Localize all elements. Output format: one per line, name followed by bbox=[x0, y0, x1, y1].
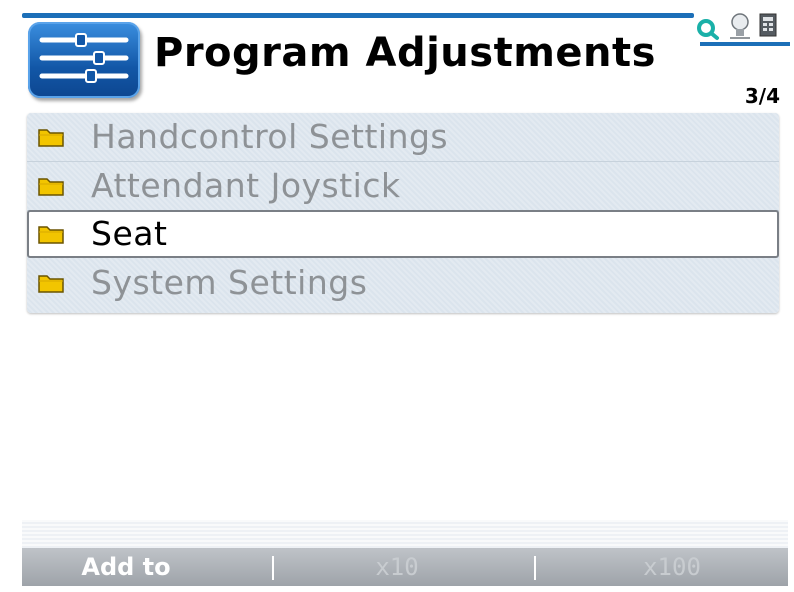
status-icons bbox=[690, 10, 794, 42]
menu-item-label: Handcontrol Settings bbox=[91, 117, 449, 156]
menu-item-label: System Settings bbox=[91, 263, 368, 302]
menu-item-system-settings[interactable]: System Settings bbox=[27, 259, 779, 307]
softkey-divider bbox=[534, 556, 536, 580]
page-counter: 3/4 bbox=[744, 84, 780, 108]
search-icon bbox=[697, 19, 719, 40]
x100-softkey[interactable]: x100 bbox=[582, 551, 762, 583]
x10-softkey[interactable]: x10 bbox=[322, 551, 472, 583]
folder-icon bbox=[38, 129, 64, 147]
folder-icon bbox=[38, 275, 64, 293]
sliders-icon bbox=[28, 22, 140, 98]
menu-item-handcontrol-settings[interactable]: Handcontrol Settings bbox=[27, 113, 779, 162]
add-to-softkey[interactable]: Add to bbox=[56, 551, 196, 583]
bulb-icon bbox=[730, 13, 750, 39]
menu-item-label: Attendant Joystick bbox=[91, 166, 401, 205]
softkey-divider bbox=[272, 556, 274, 580]
menu-item-seat[interactable]: Seat bbox=[27, 210, 779, 258]
header-accent-line bbox=[22, 13, 694, 18]
folder-icon bbox=[38, 226, 64, 244]
softkey-bar-shadow bbox=[22, 520, 788, 548]
menu-list: Handcontrol Settings Attendant Joystick … bbox=[27, 113, 779, 313]
menu-item-attendant-joystick[interactable]: Attendant Joystick bbox=[27, 162, 779, 211]
header-accent-line-right bbox=[700, 42, 790, 46]
folder-icon bbox=[38, 178, 64, 196]
battery-icon bbox=[759, 13, 777, 37]
softkey-bar: Add to x10 x100 bbox=[22, 548, 788, 586]
page-title: Program Adjustments bbox=[154, 30, 656, 76]
menu-item-label: Seat bbox=[91, 214, 168, 253]
